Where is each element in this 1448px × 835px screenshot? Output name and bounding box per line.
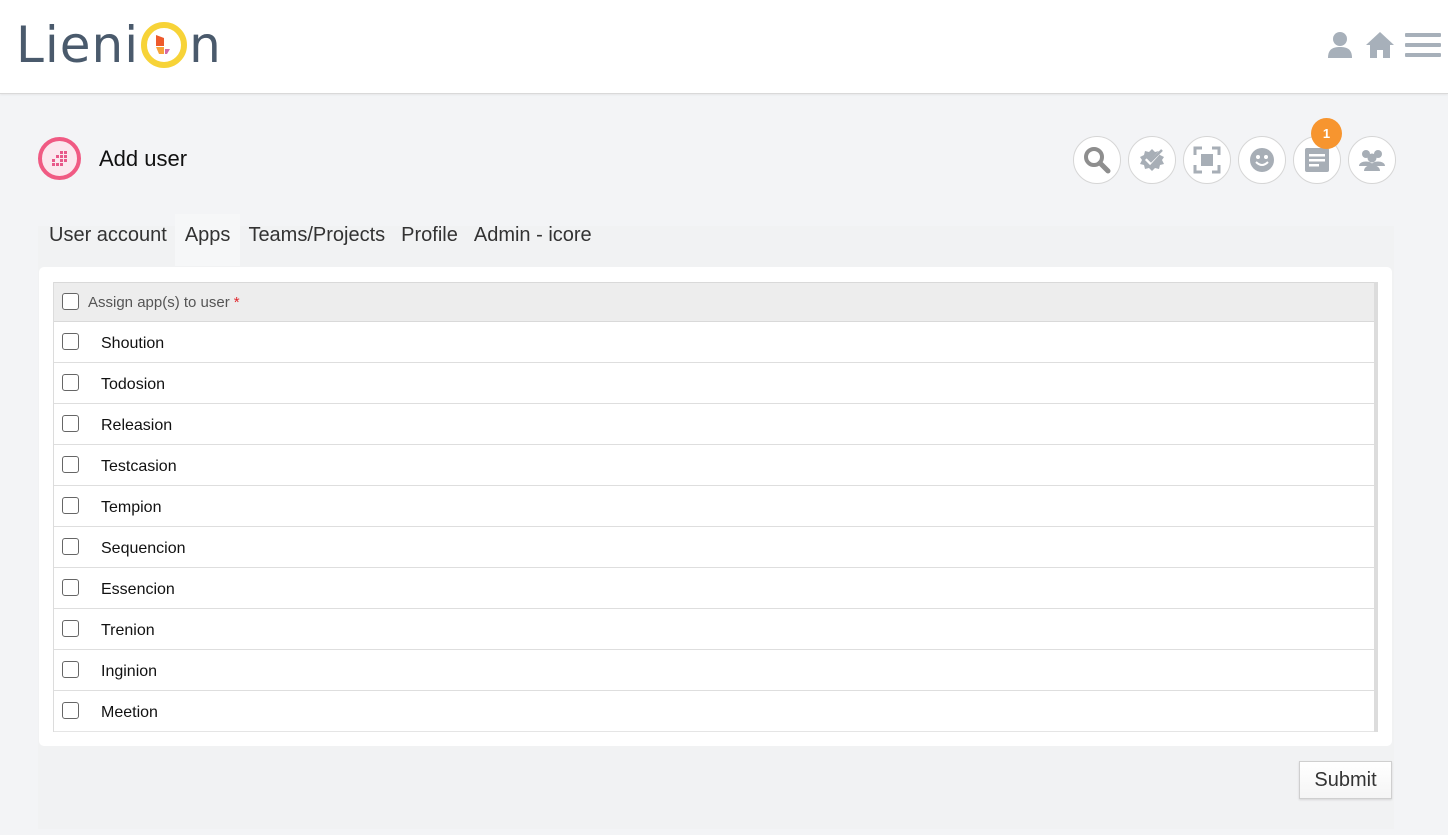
table-row: Shoution (54, 322, 1374, 363)
tab-user-account[interactable]: User account (41, 214, 175, 266)
app-label: Sequencion (101, 540, 186, 557)
settings-check-icon (1140, 149, 1164, 171)
app-checkbox[interactable] (62, 701, 79, 719)
table-row: Tempion (54, 486, 1374, 527)
smiley-icon (1250, 148, 1274, 172)
table-row: Trenion (54, 609, 1374, 650)
notification-badge: 1 (1311, 118, 1342, 149)
hamburger-menu-icon[interactable] (1404, 28, 1442, 62)
app-label: Meetion (101, 704, 158, 721)
tab-apps[interactable]: Apps (174, 214, 241, 266)
table-row: Releasion (54, 404, 1374, 445)
submit-button[interactable]: Submit (1299, 761, 1392, 799)
apps-card: Assign app(s) to user * Shoution Todosion… (39, 267, 1392, 746)
app-label: Testcasion (101, 458, 177, 475)
tab-profile[interactable]: Profile (393, 214, 466, 266)
lienion-logo[interactable]: Lieni n (16, 16, 221, 74)
table-row: Inginion (54, 650, 1374, 691)
app-label: Essencion (101, 581, 175, 598)
select-all-checkbox[interactable] (62, 292, 79, 310)
app-checkbox[interactable] (62, 578, 79, 596)
app-label: Shoution (101, 335, 165, 352)
page-header: Add user (38, 137, 187, 180)
users-group-icon (1359, 150, 1385, 171)
home-icon[interactable] (1364, 28, 1396, 62)
users-group-button[interactable] (1348, 136, 1396, 184)
tab-teams-projects[interactable]: Teams/Projects (240, 214, 393, 266)
search-button[interactable] (1073, 136, 1121, 184)
app-checkbox[interactable] (62, 660, 79, 678)
app-label: Trenion (101, 622, 155, 639)
page-title: Add user (99, 145, 188, 171)
notes-button[interactable]: 1 (1293, 118, 1342, 184)
assign-apps-label: Assign app(s) to user * (88, 293, 240, 311)
app-checkbox[interactable] (62, 496, 79, 514)
logo-ring-icon (141, 22, 188, 68)
app-label: Inginion (101, 663, 158, 680)
app-checkbox[interactable] (62, 414, 79, 432)
app-label: Todosion (101, 376, 166, 393)
logo-text-right: n (189, 16, 221, 74)
table-row: Meetion (54, 691, 1374, 732)
settings-check-button[interactable] (1128, 136, 1176, 184)
app-grid-icon (38, 137, 81, 180)
tab-admin-icore[interactable]: Admin - icore (466, 214, 600, 266)
user-icon[interactable] (1324, 28, 1356, 62)
app-checkbox[interactable] (62, 619, 79, 637)
app-checkbox[interactable] (62, 332, 79, 350)
fullscreen-button[interactable] (1183, 136, 1231, 184)
app-label: Tempion (101, 499, 162, 516)
table-row: Todosion (54, 363, 1374, 404)
logo-text-left: Lieni (16, 16, 140, 74)
notes-icon (1305, 148, 1329, 172)
action-icon-bar: 1 (1073, 118, 1396, 184)
apps-table: Assign app(s) to user * Shoution Todosion… (53, 282, 1378, 732)
app-checkbox[interactable] (62, 373, 79, 391)
app-label: Releasion (101, 417, 173, 434)
top-navigation-bar: Lieni n (0, 0, 1448, 94)
search-icon (1084, 147, 1111, 174)
top-icon-group (1324, 28, 1442, 62)
fullscreen-icon (1193, 146, 1221, 174)
required-marker: * (233, 293, 240, 311)
app-checkbox[interactable] (62, 537, 79, 555)
apps-table-header: Assign app(s) to user * (54, 282, 1374, 322)
table-row: Sequencion (54, 527, 1374, 568)
table-row: Essencion (54, 568, 1374, 609)
user-tabs: User account Apps Teams/Projects Profile… (41, 214, 600, 266)
feedback-button[interactable] (1238, 136, 1286, 184)
table-row: Testcasion (54, 445, 1374, 486)
app-checkbox[interactable] (62, 455, 79, 473)
